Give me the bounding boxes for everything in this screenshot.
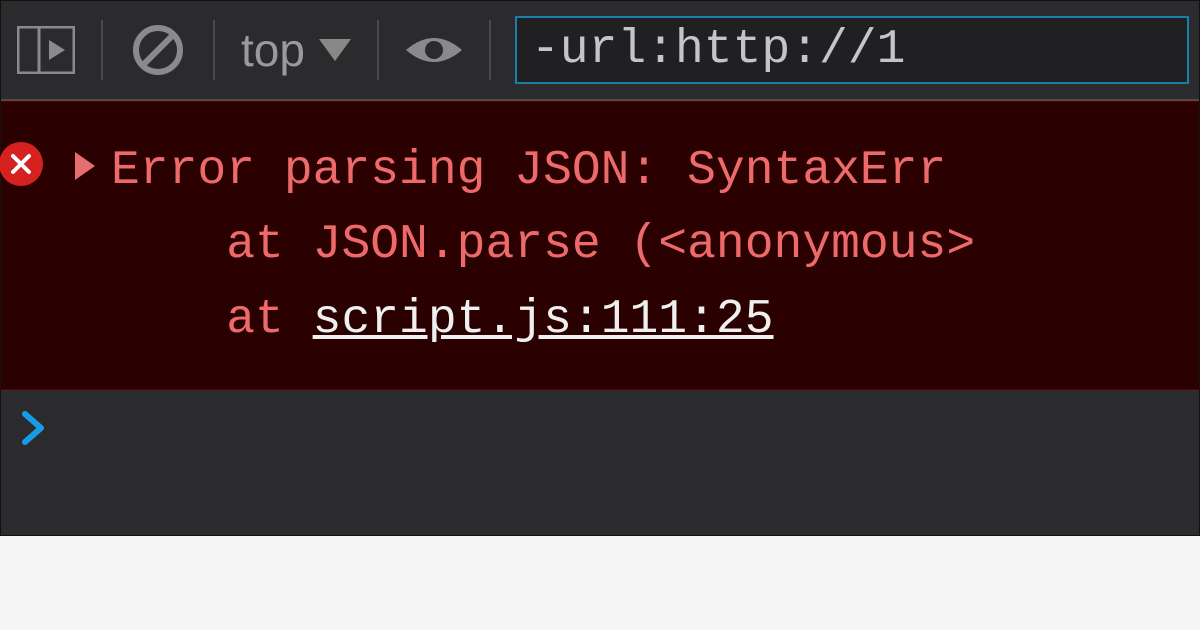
console-prompt[interactable]: [1, 390, 1199, 466]
sidebar-play-icon: [17, 26, 75, 74]
prompt-chevron-icon: [21, 410, 47, 446]
toolbar-divider: [377, 20, 379, 80]
context-label: top: [241, 23, 305, 77]
context-selector[interactable]: top: [235, 15, 357, 85]
clear-icon: [132, 24, 184, 76]
chevron-down-icon: [319, 39, 351, 61]
live-expression-button[interactable]: [399, 15, 469, 85]
error-badge-icon: [0, 142, 43, 186]
console-error-entry[interactable]: Error parsing JSON: SyntaxErr at JSON.pa…: [1, 101, 1199, 390]
error-source-link[interactable]: script.js:111:25: [313, 293, 774, 347]
console-toolbar: top: [1, 1, 1199, 101]
devtools-panel: top Error parsing JSON: SyntaxErr at JSO…: [0, 0, 1200, 536]
console-filter-input[interactable]: [515, 16, 1189, 84]
toolbar-divider: [489, 20, 491, 80]
toolbar-divider: [213, 20, 215, 80]
toolbar-divider: [101, 20, 103, 80]
toggle-sidebar-button[interactable]: [11, 15, 81, 85]
expand-arrow-icon[interactable]: [75, 152, 95, 180]
clear-console-button[interactable]: [123, 15, 193, 85]
error-message: Error parsing JSON: SyntaxErr at JSON.pa…: [111, 134, 975, 357]
eye-icon: [404, 30, 464, 70]
